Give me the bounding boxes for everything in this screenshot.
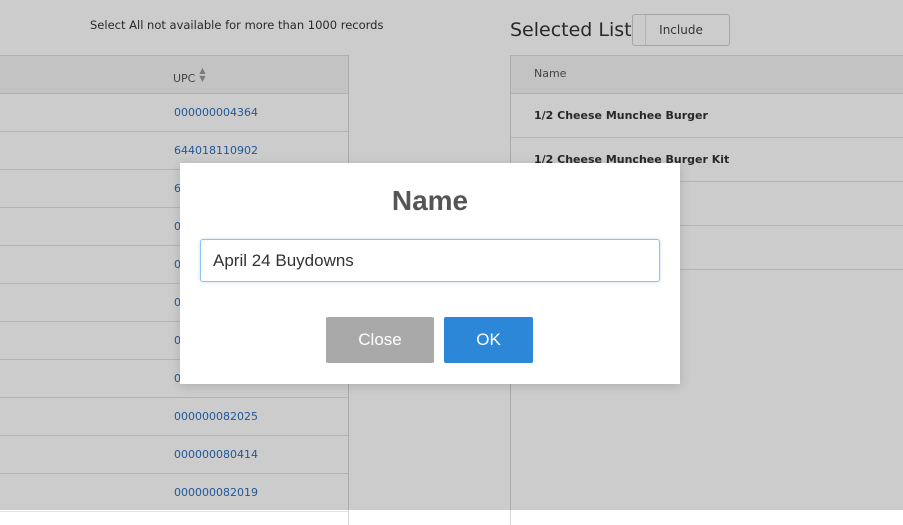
name-input[interactable] xyxy=(200,239,660,282)
ok-button[interactable]: OK xyxy=(444,317,533,363)
page: Select All not available for more than 1… xyxy=(0,0,903,525)
name-dialog: Name Close OK xyxy=(180,163,680,384)
close-button[interactable]: Close xyxy=(326,317,434,363)
dialog-title: Name xyxy=(391,185,469,216)
